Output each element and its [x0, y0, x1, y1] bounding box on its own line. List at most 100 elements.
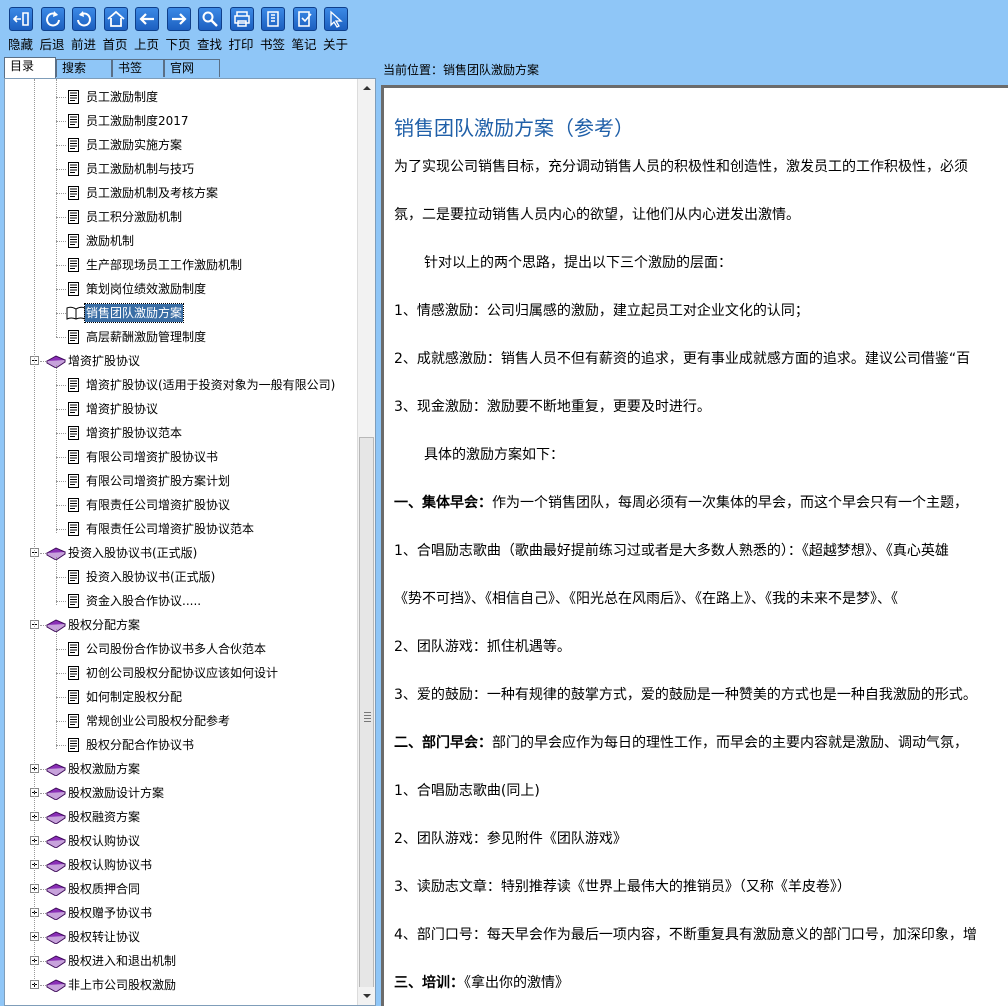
- book-icon: [45, 955, 67, 969]
- article-paragraph: 3、现金激励：激励要不断地重复，更要及时进行。: [394, 396, 711, 416]
- paragraph-text: 4、部门口号：每天早会作为最后一项内容，不断重复具有激励意义的部门口号，加深印象…: [394, 927, 977, 943]
- tree-item-label: 股权赠予协议书: [68, 906, 153, 920]
- tree-item-label: 如何制定股权分配: [86, 690, 183, 704]
- section-heading: 一、集体早会：: [394, 495, 492, 511]
- tree-item-label: 常规创业公司股权分配参考: [86, 714, 231, 728]
- paragraph-text: 部门的早会应作为每日的理性工作，而早会的主要内容就是激励、调动气氛，: [492, 735, 968, 751]
- paragraph-text: 2、团队游戏：抓住机遇等。: [394, 639, 571, 655]
- print-button[interactable]: 打印: [226, 5, 257, 55]
- article-paragraph: 具体的激励方案如下：: [424, 444, 564, 464]
- tree-scrollbar[interactable]: [357, 79, 375, 1005]
- panel-tabs: 目录 搜索 书签 官网: [0, 57, 376, 79]
- bookmark-button[interactable]: 书签: [257, 5, 288, 55]
- tree-item-label: 股权转让协议: [68, 930, 141, 944]
- article-paragraph: 2、团队游戏：参见附件《团队游戏》: [394, 828, 627, 848]
- document-icon: [68, 738, 79, 752]
- document-icon: [68, 426, 79, 440]
- paragraph-text: 3、爱的鼓励：一种有规律的鼓掌方式，爱的鼓励是一种赞美的方式也是一种自我激励的形…: [394, 687, 977, 703]
- article-paragraph: 2、团队游戏：抓住机遇等。: [394, 636, 571, 656]
- tree-item-label: 有限公司增资扩股方案计划: [86, 474, 231, 488]
- book-icon: [45, 835, 67, 849]
- tree-item-label: 公司股份合作协议书多人合伙范本: [86, 642, 267, 656]
- about-button[interactable]: 关于: [320, 5, 351, 55]
- article-paragraph: 1、情感激励：公司归属感的激励，建立起员工对企业文化的认同；: [394, 300, 809, 320]
- open-book-icon: [66, 306, 86, 320]
- tab-bookmarks[interactable]: 书签: [112, 59, 164, 77]
- article-view: 销售团队激励方案（参考） 为了实现公司销售目标，充分调动销售人员的积极性和创造性…: [381, 85, 1008, 1006]
- book-icon: [45, 907, 67, 921]
- paragraph-text: 1、合唱励志歌曲（歌曲最好提前练习过或者是大多数人熟悉的）：《超越梦想》、《真心…: [394, 543, 949, 559]
- tree-connector: [56, 629, 57, 749]
- tree-item-label: 股权激励设计方案: [68, 786, 165, 800]
- document-icon: [68, 378, 79, 392]
- paragraph-text: 针对以上的两个思路，提出以下三个激励的层面：: [424, 255, 732, 271]
- article-paragraph: 3、爱的鼓励：一种有规律的鼓掌方式，爱的鼓励是一种赞美的方式也是一种自我激励的形…: [394, 684, 977, 704]
- tab-website[interactable]: 官网: [164, 59, 220, 77]
- left-arrow-icon: [135, 7, 159, 31]
- find-button[interactable]: 查找: [194, 5, 225, 55]
- tree-item-label: 销售团队激励方案: [83, 303, 185, 323]
- notes-button[interactable]: 笔记: [289, 5, 320, 55]
- article-title: 销售团队激励方案（参考）: [394, 116, 634, 140]
- tree-item-label: 股权融资方案: [68, 810, 141, 824]
- scroll-down-button[interactable]: [359, 987, 375, 1004]
- article-paragraph: 氛，二是要拉动销售人员内心的欲望，让他们从内心迸发出激情。: [394, 204, 800, 224]
- tree-item-label: 员工激励制度2017: [86, 114, 189, 128]
- contents-tree: 员工激励制度 员工激励制度2017 员工激励实施方案 员工激励机制与技巧 员工激励机制及…: [4, 78, 376, 1006]
- document-icon: [68, 474, 79, 488]
- tree-item-label: 股权认购协议: [68, 834, 141, 848]
- paragraph-text: 氛，二是要拉动销售人员内心的欲望，让他们从内心迸发出激情。: [394, 207, 800, 223]
- tree-item-label: 员工激励机制与技巧: [86, 162, 195, 176]
- document-icon: [68, 450, 79, 464]
- paragraph-text: 3、读励志文章：特别推荐读《世界上最伟大的推销员》（又称《羊皮卷》）: [394, 879, 851, 895]
- article-paragraph: 二、部门早会：部门的早会应作为每日的理性工作，而早会的主要内容就是激励、调动气氛…: [394, 732, 968, 752]
- bookmark-icon: [261, 7, 285, 31]
- prev-button[interactable]: 上页: [131, 5, 162, 55]
- document-icon: [68, 90, 79, 104]
- home-button[interactable]: 首页: [100, 5, 131, 55]
- tree-item-label: 股权分配方案: [68, 618, 141, 632]
- back-button[interactable]: 后退: [37, 5, 68, 55]
- document-icon: [68, 522, 79, 536]
- book-icon: [45, 931, 67, 945]
- document-icon: [68, 138, 79, 152]
- tree-item-label: 员工激励制度: [86, 90, 159, 104]
- tree-item-label: 资金入股合作协议.....: [86, 594, 202, 608]
- tree-item-label: 员工激励机制及考核方案: [86, 186, 219, 200]
- book-icon: [45, 883, 67, 897]
- tab-search[interactable]: 搜索: [56, 59, 112, 77]
- scroll-up-icon: [363, 86, 371, 90]
- document-icon: [68, 162, 79, 176]
- tree-item-label: 股权分配合作协议书: [86, 738, 195, 752]
- forward-button[interactable]: 前进: [68, 5, 99, 55]
- paragraph-text: 作为一个销售团队，每周必须有一次集体的早会，而这个早会只有一个主题，: [492, 495, 968, 511]
- document-icon: [68, 186, 79, 200]
- back-arrow-icon: [40, 7, 65, 31]
- document-icon: [68, 210, 79, 224]
- article-paragraph: 1、合唱励志歌曲(同上): [394, 780, 540, 800]
- paragraph-text: 2、成就感激励：销售人员不但有薪资的追求，更有事业成就感方面的追求。建议公司借鉴…: [394, 351, 971, 367]
- tree-item-label: 生产部现场员工工作激励机制: [86, 258, 243, 272]
- scroll-thumb[interactable]: [359, 437, 374, 1003]
- document-icon: [68, 570, 79, 584]
- tab-contents[interactable]: 目录: [4, 57, 56, 78]
- next-button[interactable]: 下页: [163, 5, 194, 55]
- document-icon: [68, 258, 79, 272]
- book-icon: [45, 859, 67, 873]
- forward-arrow-icon: [72, 7, 96, 31]
- article-paragraph: 《势不可挡》、《相信自己》、《阳光总在风雨后》、《在路上》、《我的未来不是梦》、…: [394, 588, 898, 608]
- paragraph-text: 2、团队游戏：参见附件《团队游戏》: [394, 831, 627, 847]
- book-icon: [45, 811, 67, 825]
- paragraph-text: 1、情感激励：公司归属感的激励，建立起员工对企业文化的认同；: [394, 303, 809, 319]
- scroll-up-button[interactable]: [359, 80, 375, 97]
- tree-item-label: 有限责任公司增资扩股协议: [86, 498, 231, 512]
- document-icon: [68, 666, 79, 680]
- tree-connector: [56, 79, 57, 337]
- scroll-down-icon: [363, 994, 371, 998]
- tree-item-label: 初创公司股权分配协议应该如何设计: [86, 666, 279, 680]
- document-icon: [68, 234, 79, 248]
- hide-button[interactable]: 隐藏: [5, 5, 36, 55]
- paragraph-text: 1、合唱励志歌曲(同上): [394, 783, 540, 799]
- tree-item-label: 投资入股协议书(正式版): [68, 546, 198, 560]
- article-paragraph: 一、集体早会：作为一个销售团队，每周必须有一次集体的早会，而这个早会只有一个主题…: [394, 492, 968, 512]
